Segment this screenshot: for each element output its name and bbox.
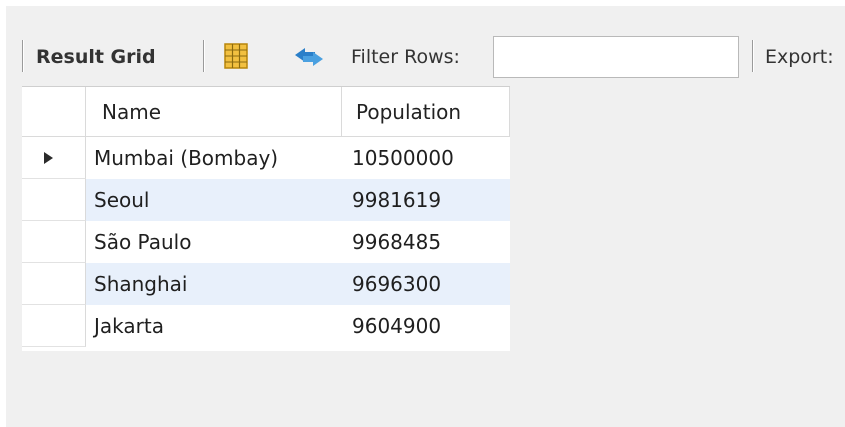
- row-header[interactable]: [22, 305, 86, 347]
- row-header[interactable]: [22, 221, 86, 263]
- toolbar-separator: [203, 40, 205, 72]
- export-label[interactable]: Export:: [765, 46, 834, 68]
- table-row[interactable]: Mumbai (Bombay) 10500000: [22, 137, 510, 179]
- cell-name[interactable]: Mumbai (Bombay): [86, 137, 342, 179]
- cell-population[interactable]: 9981619: [342, 179, 510, 221]
- table-row[interactable]: São Paulo 9968485: [22, 221, 510, 263]
- row-header-corner: [22, 87, 86, 137]
- table-row[interactable]: Jakarta 9604900: [22, 305, 510, 347]
- table-row[interactable]: Seoul 9981619: [22, 179, 510, 221]
- toolbar-separator: [22, 40, 24, 72]
- cell-name[interactable]: Shanghai: [86, 263, 342, 305]
- grid-layout-icon[interactable]: [221, 42, 251, 70]
- result-grid-tab[interactable]: Result Grid: [36, 46, 156, 68]
- row-header[interactable]: [22, 137, 86, 179]
- cell-population[interactable]: 9968485: [342, 221, 510, 263]
- result-panel: Result Grid Filter Rows: Export: Name Po…: [6, 6, 845, 427]
- current-row-arrow-icon: [44, 152, 53, 164]
- row-header[interactable]: [22, 179, 86, 221]
- cell-name[interactable]: Seoul: [86, 179, 342, 221]
- cell-population[interactable]: 9696300: [342, 263, 510, 305]
- refresh-arrows-icon[interactable]: [291, 45, 327, 69]
- result-grid: Name Population Mumbai (Bombay) 10500000…: [22, 86, 510, 351]
- cell-population[interactable]: 9604900: [342, 305, 510, 347]
- table-row[interactable]: Shanghai 9696300: [22, 263, 510, 305]
- cell-name[interactable]: Jakarta: [86, 305, 342, 347]
- cell-name[interactable]: São Paulo: [86, 221, 342, 263]
- filter-rows-input[interactable]: [493, 36, 739, 78]
- column-header-name[interactable]: Name: [86, 87, 342, 137]
- result-toolbar: Result Grid Filter Rows: Export:: [6, 36, 845, 84]
- column-header-population[interactable]: Population: [342, 87, 510, 137]
- filter-rows-label: Filter Rows:: [351, 46, 460, 68]
- toolbar-separator: [752, 40, 754, 72]
- row-header[interactable]: [22, 263, 86, 305]
- cell-population[interactable]: 10500000: [342, 137, 510, 179]
